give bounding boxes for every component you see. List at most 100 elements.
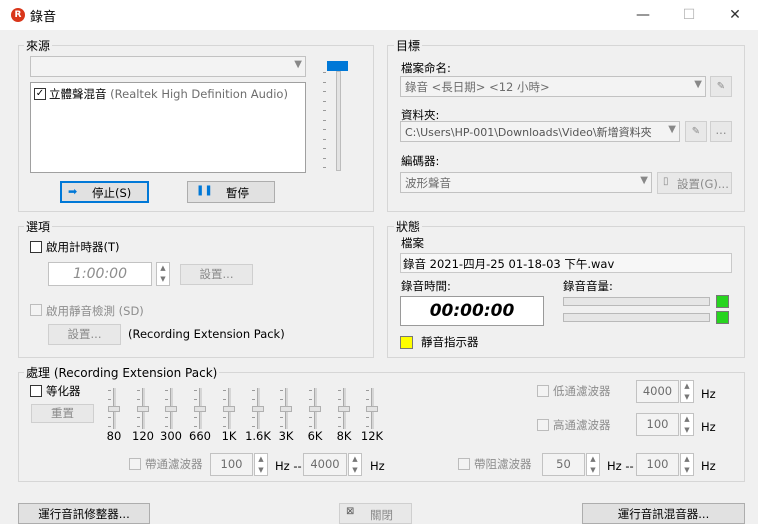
lowpass-spinner[interactable]: ▲ ▼ xyxy=(680,380,694,403)
close-window-button[interactable]: ✕ xyxy=(712,0,758,30)
folder-combo[interactable]: C:\Users\HP-001\Downloads\Video\新增資料夾 ▼ xyxy=(400,121,680,142)
bandpass-high-input[interactable]: 4000 xyxy=(303,453,347,476)
silence-indicator-light xyxy=(400,336,413,349)
bandpass-high-spinner[interactable]: ▲ ▼ xyxy=(348,453,362,476)
folder-browse-button[interactable]: ... xyxy=(710,121,732,142)
status-file-value: 錄音 2021-四月-25 01-18-03 下午.wav xyxy=(403,257,615,271)
eq-band-slider-thumb[interactable] xyxy=(194,405,206,412)
level-led-right xyxy=(716,311,729,324)
source-device-combo[interactable]: ▼ xyxy=(30,56,306,77)
eq-band-slider-thumb[interactable] xyxy=(165,405,177,412)
eq-band-slider-thumb[interactable] xyxy=(252,405,264,412)
eq-tick xyxy=(309,426,312,427)
eq-tick xyxy=(194,390,197,391)
eq-band-slider-thumb[interactable] xyxy=(338,405,350,412)
eq-band-slider-thumb[interactable] xyxy=(137,405,149,412)
window-title: 錄音 xyxy=(30,10,57,25)
silence-settings-button[interactable]: 設置... xyxy=(48,324,121,345)
eq-tick xyxy=(338,426,341,427)
silence-detect-label[interactable]: 啟用靜音檢測 (SD) xyxy=(46,303,144,319)
maximize-button[interactable]: ☐ xyxy=(666,0,712,30)
filename-combo[interactable]: 錄音 <長日期> <12 小時> ▼ xyxy=(400,76,706,97)
equalizer-label[interactable]: 等化器 xyxy=(46,383,81,399)
volume-slider-thumb[interactable] xyxy=(327,61,348,71)
lowpass-label[interactable]: 低通濾波器 xyxy=(553,383,611,399)
pause-button[interactable]: ❚❚ 暫停 xyxy=(187,181,275,203)
eq-tick xyxy=(338,399,341,400)
bandpass-unit: Hz xyxy=(370,459,385,473)
timer-input[interactable]: 1:00:00 xyxy=(48,262,152,286)
encoder-combo[interactable]: 波形聲音 ▼ xyxy=(400,172,652,193)
equalizer-reset-button[interactable]: 重置 xyxy=(31,404,94,423)
eq-tick xyxy=(165,399,168,400)
status-time-value: 00:00:00 xyxy=(400,296,544,326)
filename-edit-button[interactable]: ✎ xyxy=(710,76,732,97)
equalizer-checkbox[interactable] xyxy=(30,385,42,397)
lowpass-checkbox[interactable] xyxy=(537,385,549,397)
close-button[interactable]: ⊠ 關閉 xyxy=(339,503,412,524)
volume-tick xyxy=(323,167,326,168)
encoder-settings-button[interactable]: ▯ 設置(G)... xyxy=(657,172,732,194)
audio-mixer-button[interactable]: 運行音訊混音器... xyxy=(582,503,745,524)
input-checkbox[interactable]: ✓ xyxy=(34,88,46,100)
minimize-button[interactable]: — xyxy=(620,0,666,30)
eq-band-slider-thumb[interactable] xyxy=(309,405,321,412)
level-led-left xyxy=(716,295,729,308)
timer-checkbox[interactable] xyxy=(30,241,42,253)
timer-settings-button[interactable]: 設置... xyxy=(180,264,253,285)
eq-tick xyxy=(309,417,312,418)
lowpass-unit: Hz xyxy=(701,387,716,401)
bandpass-low-input[interactable]: 100 xyxy=(210,453,253,476)
eq-tick xyxy=(108,426,111,427)
bandpass-checkbox[interactable] xyxy=(129,458,141,470)
bandstop-high-spinner[interactable]: ▲ ▼ xyxy=(680,453,694,476)
eq-tick xyxy=(223,399,226,400)
highpass-input[interactable]: 100 xyxy=(636,413,679,436)
timer-label[interactable]: 啟用計時器(T) xyxy=(46,239,120,255)
timer-spinner[interactable]: ▲ ▼ xyxy=(156,262,170,286)
eq-band-slider-thumb[interactable] xyxy=(280,405,292,412)
bandstop-high-input[interactable]: 100 xyxy=(636,453,679,476)
chevron-down-icon: ▼ xyxy=(640,175,648,186)
lowpass-input[interactable]: 4000 xyxy=(636,380,679,403)
highpass-checkbox[interactable] xyxy=(537,419,549,431)
highpass-label[interactable]: 高通濾波器 xyxy=(553,417,611,433)
eq-tick xyxy=(309,390,312,391)
eq-tick xyxy=(223,390,226,391)
volume-slider-track[interactable] xyxy=(336,71,341,171)
eq-tick xyxy=(223,417,226,418)
encoder-value: 波形聲音 xyxy=(405,176,451,190)
stop-button[interactable]: ➡ 停止(S) xyxy=(60,181,149,203)
highpass-spinner[interactable]: ▲ ▼ xyxy=(680,413,694,436)
bandstop-low-input[interactable]: 50 xyxy=(542,453,585,476)
eq-band-slider-thumb[interactable] xyxy=(223,405,235,412)
eq-tick xyxy=(366,426,369,427)
eq-band-label: 8K xyxy=(336,429,352,443)
document-icon: ▯ xyxy=(663,176,669,187)
eq-band-label: 6K xyxy=(307,429,323,443)
eq-band-slider-thumb[interactable] xyxy=(366,405,378,412)
encoder-label: 編碼器: xyxy=(401,154,440,168)
app-icon: R xyxy=(11,8,25,22)
bandpass-label[interactable]: 帶通濾波器 xyxy=(145,456,203,472)
eq-band-label: 1K xyxy=(221,429,237,443)
status-group-title: 狀態 xyxy=(394,218,423,235)
silence-detect-checkbox[interactable] xyxy=(30,304,42,316)
eq-tick xyxy=(194,426,197,427)
bandstop-label[interactable]: 帶阻濾波器 xyxy=(474,456,532,472)
bandstop-checkbox[interactable] xyxy=(458,458,470,470)
eq-band-label: 300 xyxy=(160,429,182,443)
eq-band-slider-thumb[interactable] xyxy=(108,405,120,412)
bandpass-low-spinner[interactable]: ▲ ▼ xyxy=(254,453,268,476)
bandstop-low-spinner[interactable]: ▲ ▼ xyxy=(586,453,600,476)
status-volume-label: 錄音音量: xyxy=(563,279,613,293)
audio-repair-button[interactable]: 運行音訊修整器... xyxy=(18,503,150,524)
input-list-item[interactable]: 立體聲混音 (Realtek High Definition Audio) xyxy=(49,86,288,102)
stop-arrow-icon: ➡ xyxy=(68,185,78,198)
source-input-list[interactable]: ✓ 立體聲混音 (Realtek High Definition Audio) xyxy=(30,82,306,173)
target-group-title: 目標 xyxy=(394,37,423,54)
folder-open-button[interactable]: ✎ xyxy=(685,121,707,142)
eq-tick xyxy=(338,390,341,391)
eq-tick xyxy=(108,399,111,400)
input-name: 立體聲混音 xyxy=(49,87,107,101)
